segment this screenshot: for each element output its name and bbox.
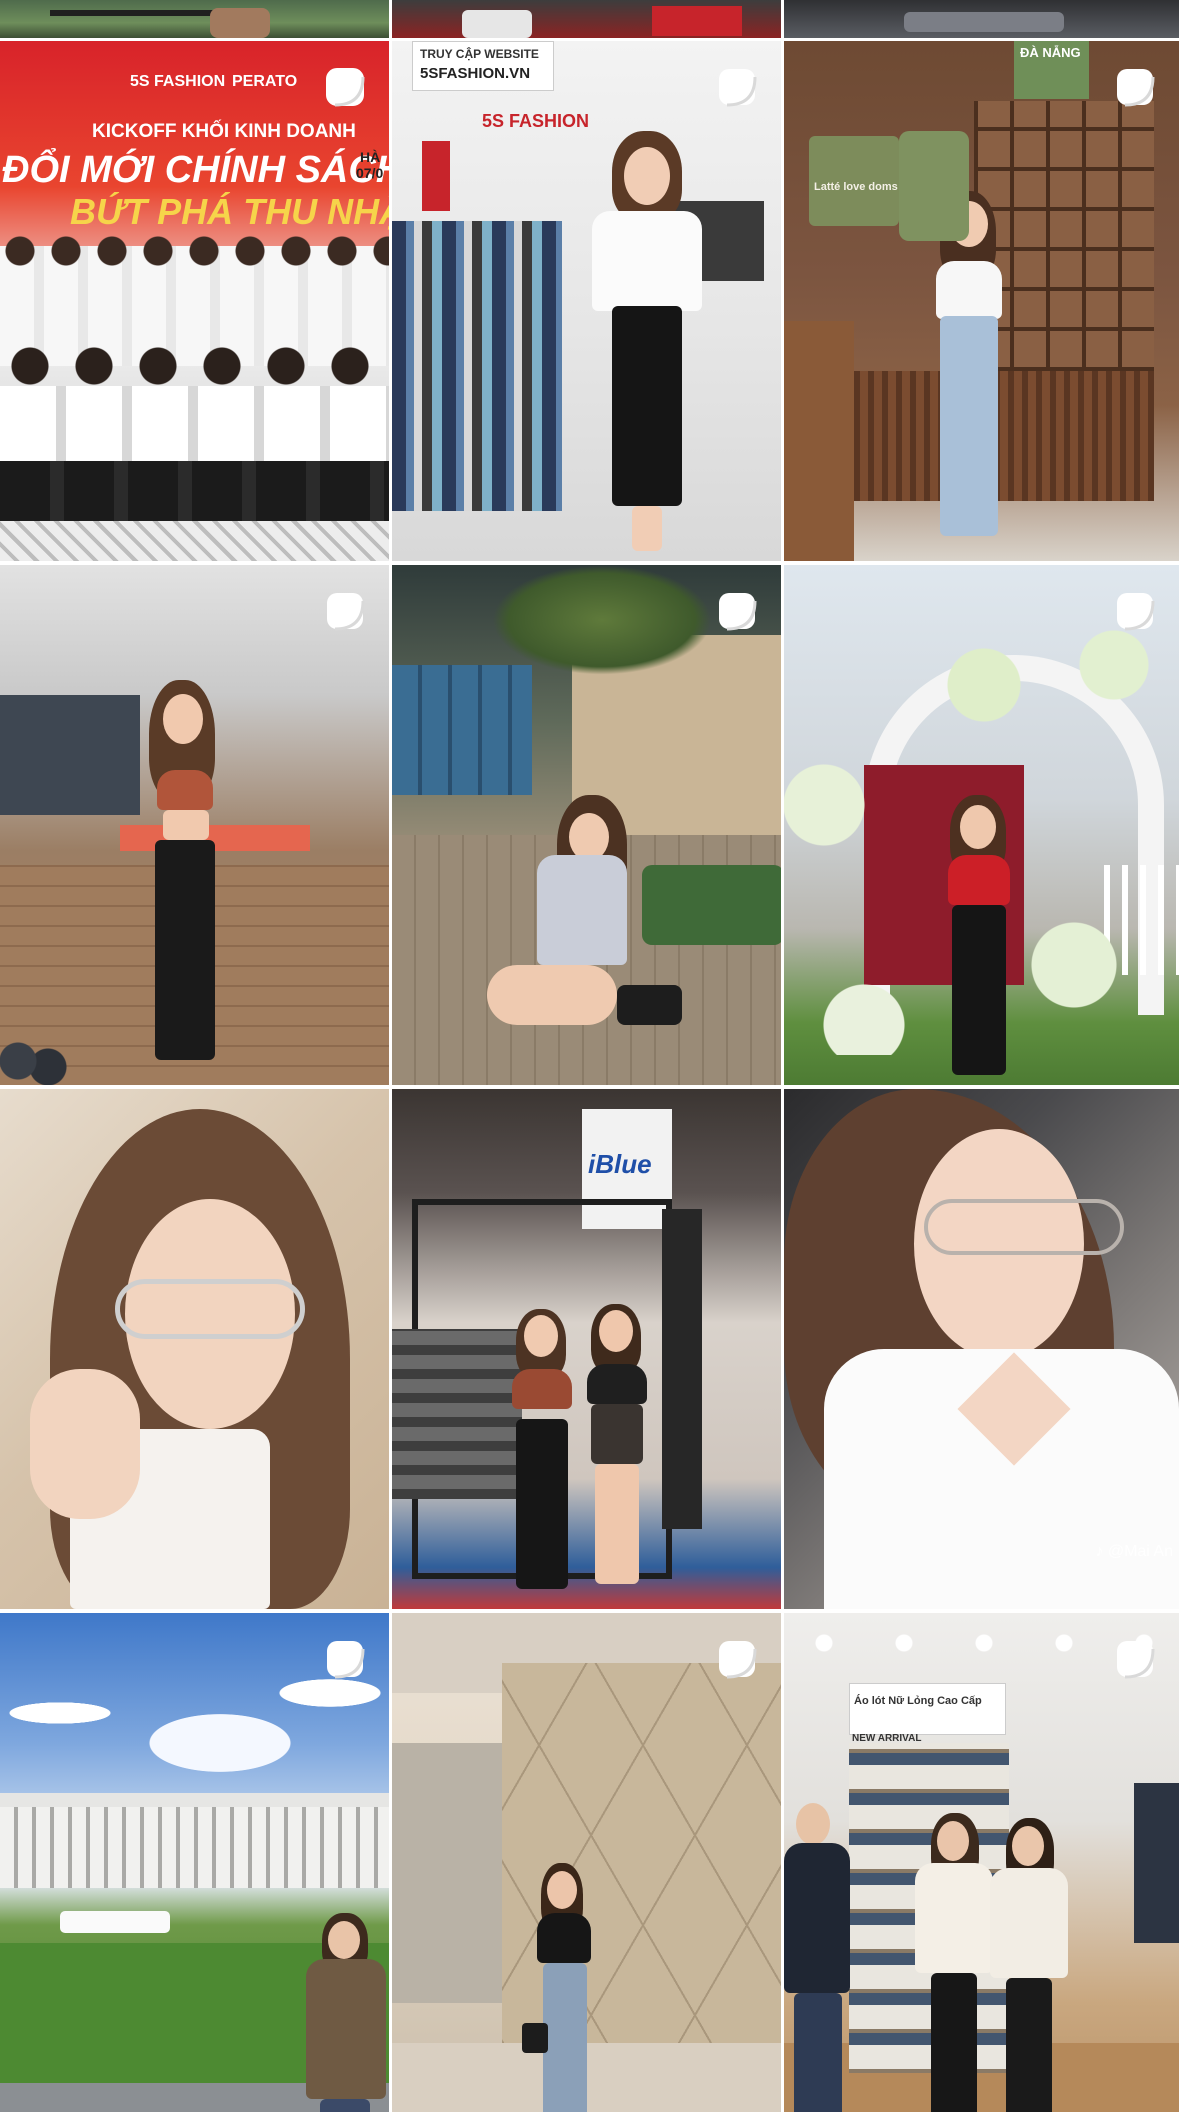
tree-canopy [492, 565, 712, 675]
shop-sign-text: ĐÀ NẴNG [1020, 45, 1081, 60]
post-tile-top-3[interactable] [784, 0, 1179, 38]
woman-figure [487, 795, 647, 1085]
gym-logo: iBlue [588, 1149, 652, 1179]
post-tile-top-1[interactable] [0, 0, 392, 38]
reel-icon [323, 589, 367, 633]
tote-bag-text: Latté love doms [814, 181, 898, 193]
store-sign-text: Áo lót Nữ Lỏng Cao Cấp [854, 1695, 982, 1707]
bus [60, 1911, 170, 1933]
reel-icon [323, 65, 367, 109]
red-price-tag [422, 141, 450, 211]
woman-figure [582, 131, 712, 561]
store-sign-line1: TRUY CẬP WEBSITE [420, 47, 539, 61]
side-cabinet [784, 321, 854, 561]
woman-figure-right [577, 1304, 657, 1594]
green-shirt-hanging [899, 131, 969, 241]
woman-figure-right [984, 1818, 1074, 2112]
woman-figure [300, 1913, 389, 2112]
palace-building [0, 1803, 389, 1888]
hanging-jackets [1134, 1783, 1179, 1943]
glasses [924, 1199, 1124, 1255]
post-tile-10[interactable] [0, 1613, 392, 2112]
banner-headline-main: ĐỔI MỚI CHÍNH SÁCH [2, 149, 392, 191]
post-tile-4[interactable] [0, 565, 392, 1085]
people-group-heads [0, 231, 389, 271]
post-tile-2[interactable]: TRUY CẬP WEBSITE 5SFASHION.VN 5S FASHION [392, 41, 784, 561]
post-tile-9[interactable]: ♪ @Mai An [784, 1089, 1179, 1609]
post-tile-1[interactable]: 5S FASHION PERATO KICKOFF KHỐI KINH DOAN… [0, 41, 392, 561]
handbag [617, 985, 682, 1025]
posts-grid: 5S FASHION PERATO KICKOFF KHỐI KINH DOAN… [0, 41, 1179, 2112]
new-arrival-label: NEW ARRIVAL [852, 1733, 922, 1744]
shop-window [392, 1743, 502, 2003]
reel-icon [1113, 65, 1157, 109]
woman-face [30, 1109, 389, 1609]
palace-roof [0, 1793, 389, 1807]
clothing-rack [392, 221, 562, 511]
reel-icon [715, 1637, 759, 1681]
handbag [522, 2023, 548, 2053]
store-sign-line2: 5SFASHION.VN [420, 65, 531, 82]
banner-side-date: 07/0 [356, 165, 384, 181]
banner-brand-right: PERATO [232, 73, 298, 90]
glass-windows [392, 665, 532, 795]
woman-figure [135, 680, 235, 1080]
gym-mats [0, 695, 140, 815]
woman-figure-left [502, 1309, 582, 1599]
woman-face [784, 1089, 1179, 1609]
people-group-kneeling-heads [0, 341, 389, 391]
woman-figure [517, 1863, 607, 2112]
banner-headline-sub: BỨT PHÁ THU NHẬ [70, 191, 392, 232]
woman-figure [924, 191, 1014, 561]
post-tile-12[interactable]: Áo lót Nữ Lỏng Cao Cấp NEW ARRIVAL [784, 1613, 1179, 2112]
store-logo: 5S FASHION [482, 111, 590, 131]
profile-post-grid-page: 5S FASHION PERATO KICKOFF KHỐI KINH DOAN… [0, 0, 1179, 2112]
banner-side-label: HÀ [360, 149, 381, 165]
store-sign-board [849, 1683, 1006, 1735]
post-tile-top-2[interactable] [392, 0, 784, 38]
banner-brand-left: 5S FASHION [130, 73, 226, 90]
reel-icon [715, 589, 759, 633]
top-partial-row [0, 0, 1179, 38]
kettlebells [0, 1035, 70, 1085]
man-figure [784, 1803, 854, 2112]
glasses [115, 1279, 305, 1339]
post-tile-11[interactable] [392, 1613, 784, 2112]
reel-icon [323, 1637, 367, 1681]
post-tile-7[interactable] [0, 1089, 392, 1609]
post-tile-5[interactable] [392, 565, 784, 1085]
post-tile-6[interactable] [784, 565, 1179, 1085]
reel-icon [1113, 589, 1157, 633]
tiktok-watermark: ♪ @Mai An [1095, 1543, 1173, 1560]
reel-icon [1113, 1637, 1157, 1681]
tiled-floor [0, 521, 389, 561]
flower-clusters [784, 605, 1179, 1055]
people-group-pants [0, 461, 389, 521]
banner-headline-top: KICKOFF KHỐI KINH DOANH [92, 121, 356, 142]
reel-icon [715, 65, 759, 109]
post-tile-8[interactable]: iBlue [392, 1089, 784, 1609]
dark-pillar [662, 1209, 702, 1529]
planter [642, 865, 781, 945]
post-tile-3[interactable]: ĐÀ NẴNG Latté love doms [784, 41, 1179, 561]
